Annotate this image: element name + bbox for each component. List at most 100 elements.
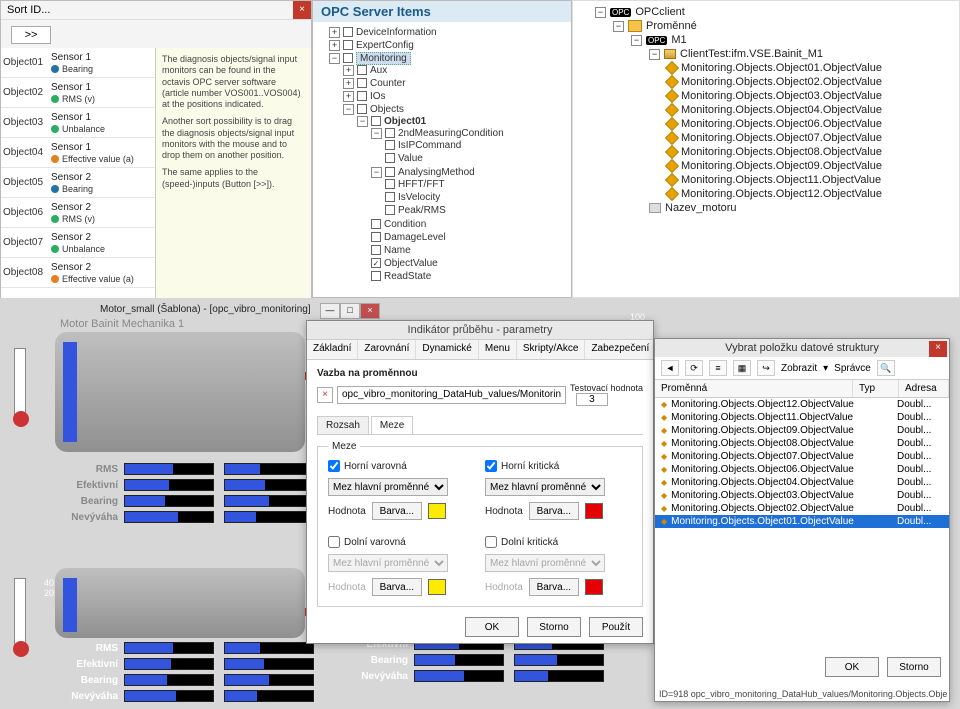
ok-button[interactable]: OK xyxy=(825,657,879,677)
tab-menu[interactable]: Menu xyxy=(479,340,517,359)
checkbox[interactable] xyxy=(385,128,395,138)
expand-icon[interactable]: + xyxy=(343,91,354,102)
list-item[interactable]: ◆Monitoring.Objects.Object12.ObjectValue… xyxy=(655,398,949,411)
checkbox[interactable] xyxy=(343,40,353,50)
upper-critical-select[interactable]: Mez hlavní proměnné xyxy=(485,478,605,496)
subtab-meze[interactable]: Meze xyxy=(371,416,413,434)
col-header-type[interactable]: Typ xyxy=(853,380,899,397)
list-item[interactable]: ◆Monitoring.Objects.Object03.ObjectValue… xyxy=(655,489,949,502)
checkbox[interactable] xyxy=(357,91,367,101)
motor-widget-2[interactable]: RMS Efektivní Bearing Nevýváha xyxy=(0,568,330,638)
checkbox[interactable] xyxy=(357,65,367,75)
opc-client-item[interactable]: Monitoring.Objects.Object07.ObjectValue xyxy=(667,131,955,145)
tab-dynamické[interactable]: Dynamické xyxy=(416,340,478,359)
checkbox[interactable] xyxy=(371,219,381,229)
col-header-address[interactable]: Adresa xyxy=(899,380,949,397)
color-button[interactable]: Barva... xyxy=(529,502,579,520)
collapse-icon[interactable]: − xyxy=(649,49,660,60)
minimize-icon[interactable]: — xyxy=(320,303,340,319)
list-item[interactable]: ◆Monitoring.Objects.Object06.ObjectValue… xyxy=(655,463,949,476)
opc-client-item[interactable]: Monitoring.Objects.Object06.ObjectValue xyxy=(667,117,955,131)
list-item[interactable]: ◆Monitoring.Objects.Object11.ObjectValue… xyxy=(655,411,949,424)
checkbox[interactable] xyxy=(371,232,381,242)
checkbox[interactable] xyxy=(371,116,381,126)
clear-binding-button[interactable]: × xyxy=(317,387,333,403)
checkbox[interactable] xyxy=(385,192,395,202)
opc-client-item[interactable]: Monitoring.Objects.Object09.ObjectValue xyxy=(667,159,955,173)
search-icon[interactable]: 🔍 xyxy=(877,360,895,376)
opc-client-item[interactable]: Monitoring.Objects.Object02.ObjectValue xyxy=(667,75,955,89)
close-icon[interactable]: × xyxy=(929,341,947,357)
tab-zarovnání[interactable]: Zarovnání xyxy=(358,340,416,359)
opc-client-item[interactable]: Monitoring.Objects.Object11.ObjectValue xyxy=(667,173,955,187)
test-value-input[interactable] xyxy=(576,393,608,406)
collapse-icon[interactable]: − xyxy=(371,128,382,139)
upper-warning-checkbox[interactable] xyxy=(328,460,340,472)
collapse-icon[interactable]: − xyxy=(595,7,606,18)
motor-widget-1[interactable]: Motor Bainit Mechanika 1 RMS Efektivní B… xyxy=(0,318,330,452)
close-icon[interactable]: × xyxy=(293,1,311,19)
sortid-row[interactable]: Object06Sensor 2RMS (v) xyxy=(1,198,155,228)
col-header-variable[interactable]: Proměnná xyxy=(655,380,853,397)
apply-button[interactable]: Použít xyxy=(589,617,643,637)
expand-icon[interactable]: + xyxy=(329,27,340,38)
checkbox[interactable] xyxy=(371,245,381,255)
opc-client-item[interactable]: Monitoring.Objects.Object04.ObjectValue xyxy=(667,103,955,117)
sortid-row[interactable]: Object01Sensor 1Bearing xyxy=(1,48,155,78)
checkbox[interactable]: ✓ xyxy=(371,258,381,268)
expand-icon[interactable]: + xyxy=(329,40,340,51)
color-button[interactable]: Barva... xyxy=(372,578,422,596)
checkbox[interactable] xyxy=(371,271,381,281)
sortid-row[interactable]: Object07Sensor 2Unbalance xyxy=(1,228,155,258)
list-icon[interactable]: ≡ xyxy=(709,360,727,376)
checkbox[interactable] xyxy=(343,27,353,37)
checkbox[interactable] xyxy=(385,205,395,215)
list-item[interactable]: ◆Monitoring.Objects.Object07.ObjectValue… xyxy=(655,450,949,463)
collapse-icon[interactable]: − xyxy=(371,167,382,178)
checkbox[interactable] xyxy=(385,167,395,177)
opc-client-item[interactable]: Monitoring.Objects.Object03.ObjectValue xyxy=(667,89,955,103)
refresh-icon[interactable]: ⟳ xyxy=(685,360,703,376)
lower-critical-checkbox[interactable] xyxy=(485,536,497,548)
close-icon[interactable]: × xyxy=(360,303,380,319)
toolbar-label[interactable]: Zobrazit xyxy=(781,363,817,374)
tab-základní[interactable]: Základní xyxy=(307,340,358,359)
toolbar-label[interactable]: Správce xyxy=(834,363,871,374)
collapse-icon[interactable]: − xyxy=(329,53,340,64)
tab-zabezpečení[interactable]: Zabezpečení xyxy=(585,340,656,359)
opc-client-item[interactable]: Monitoring.Objects.Object01.ObjectValue xyxy=(667,61,955,75)
opc-client-item[interactable]: Monitoring.Objects.Object12.ObjectValue xyxy=(667,187,955,201)
sortid-row[interactable]: Object03Sensor 1Unbalance xyxy=(1,108,155,138)
checkbox[interactable] xyxy=(357,104,367,114)
maximize-icon[interactable]: □ xyxy=(340,303,360,319)
upper-critical-checkbox[interactable] xyxy=(485,460,497,472)
grid-icon[interactable]: ▦ xyxy=(733,360,751,376)
color-button[interactable]: Barva... xyxy=(372,502,422,520)
collapse-icon[interactable]: − xyxy=(613,21,624,32)
checkbox[interactable] xyxy=(385,140,395,150)
lower-warning-checkbox[interactable] xyxy=(328,536,340,548)
cancel-button[interactable]: Storno xyxy=(887,657,941,677)
ok-button[interactable]: OK xyxy=(465,617,519,637)
collapse-icon[interactable]: − xyxy=(357,116,368,127)
checkbox[interactable] xyxy=(385,153,395,163)
checkbox[interactable] xyxy=(385,179,395,189)
collapse-icon[interactable]: − xyxy=(631,35,642,46)
sortid-row[interactable]: Object05Sensor 2Bearing xyxy=(1,168,155,198)
color-button[interactable]: Barva... xyxy=(529,578,579,596)
checkbox[interactable] xyxy=(357,78,367,88)
forward-icon[interactable]: ↪ xyxy=(757,360,775,376)
sortid-row[interactable]: Object04Sensor 1Effective value (a) xyxy=(1,138,155,168)
list-item[interactable]: ◆Monitoring.Objects.Object02.ObjectValue… xyxy=(655,502,949,515)
subtab-rozsah[interactable]: Rozsah xyxy=(317,416,369,434)
sortid-row[interactable]: Object02Sensor 1RMS (v) xyxy=(1,78,155,108)
list-item[interactable]: ◆Monitoring.Objects.Object01.ObjectValue… xyxy=(655,515,949,528)
sortid-row[interactable]: Object08Sensor 2Effective value (a) xyxy=(1,258,155,288)
expand-icon[interactable]: + xyxy=(343,65,354,76)
expand-icon[interactable]: + xyxy=(343,78,354,89)
opc-client-item[interactable]: Monitoring.Objects.Object08.ObjectValue xyxy=(667,145,955,159)
cancel-button[interactable]: Storno xyxy=(527,617,581,637)
nav-back-icon[interactable]: ◄ xyxy=(661,360,679,376)
forward-button[interactable]: >> xyxy=(11,26,51,44)
checkbox[interactable] xyxy=(343,53,353,63)
